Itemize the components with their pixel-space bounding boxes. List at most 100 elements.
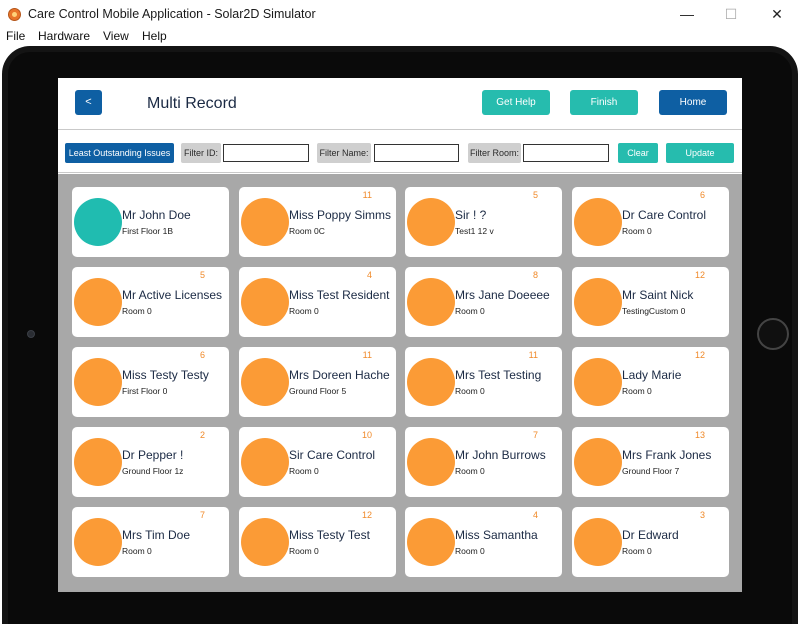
outstanding-issues-count: 4 — [366, 270, 372, 280]
filter-name-label: Filter Name: — [317, 143, 371, 163]
resident-name: Sir ! ? — [455, 208, 487, 222]
resident-location: First Floor 0 — [122, 386, 168, 396]
resident-avatar — [407, 278, 455, 326]
maximize-button[interactable]: ☐ — [716, 4, 746, 24]
outstanding-issues-count: 11 — [362, 350, 372, 360]
record-card[interactable]: Dr Care Control Room 0 6 — [572, 187, 729, 257]
resident-location: Room 0 — [622, 546, 652, 556]
filter-id-input[interactable] — [223, 144, 309, 162]
record-card[interactable]: Mrs Test Testing Room 0 11 — [405, 347, 562, 417]
window-title: Care Control Mobile Application - Solar2… — [28, 7, 316, 21]
filter-room-label: Filter Room: — [468, 143, 521, 163]
resident-location: Ground Floor 7 — [622, 466, 680, 476]
window-titlebar: Care Control Mobile Application - Solar2… — [0, 0, 800, 28]
back-button[interactable]: < — [75, 90, 102, 115]
resident-location: Room 0 — [289, 466, 319, 476]
resident-location: Room 0 — [455, 466, 485, 476]
record-card[interactable]: Lady Marie Room 0 12 — [572, 347, 729, 417]
filter-name-input[interactable] — [374, 144, 459, 162]
device-home-button[interactable] — [757, 318, 789, 350]
resident-avatar — [74, 358, 122, 406]
record-card[interactable]: Mrs Tim Doe Room 0 7 — [72, 507, 229, 577]
resident-avatar — [407, 358, 455, 406]
finish-button[interactable]: Finish — [570, 90, 638, 115]
page-title: Multi Record — [147, 95, 237, 112]
app-header: < Multi Record Get Help Finish Home — [58, 78, 742, 130]
resident-location: Ground Floor 1z — [122, 466, 184, 476]
close-button[interactable]: ✕ — [762, 4, 792, 24]
record-card[interactable]: Sir ! ? Test1 12 v 5 — [405, 187, 562, 257]
filter-room-input[interactable] — [523, 144, 609, 162]
resident-avatar — [574, 358, 622, 406]
resident-avatar — [407, 198, 455, 246]
solar2d-app-icon — [8, 8, 21, 21]
resident-name: Dr Pepper ! — [122, 448, 184, 462]
resident-name: Mr John Doe — [122, 208, 191, 222]
clear-button[interactable]: Clear — [618, 143, 658, 163]
resident-name: Mr Saint Nick — [622, 288, 694, 302]
resident-avatar — [574, 278, 622, 326]
record-card[interactable]: Dr Edward Room 0 3 — [572, 507, 729, 577]
resident-name: Mrs Tim Doe — [122, 528, 191, 542]
record-card[interactable]: Miss Test Resident Room 0 4 — [239, 267, 396, 337]
menu-file[interactable]: File — [6, 29, 25, 43]
record-card[interactable]: Mrs Jane Doeeee Room 0 8 — [405, 267, 562, 337]
resident-location: Test1 12 v — [455, 226, 494, 236]
outstanding-issues-count: 12 — [361, 510, 372, 520]
outstanding-issues-count: 8 — [532, 270, 538, 280]
resident-name: Mr John Burrows — [455, 448, 546, 462]
least-outstanding-issues-button[interactable]: Least Outstanding Issues — [65, 143, 174, 163]
resident-name: Mrs Jane Doeeee — [455, 288, 550, 302]
menu-help[interactable]: Help — [142, 29, 167, 43]
resident-location: Room 0 — [622, 386, 652, 396]
resident-avatar — [74, 198, 122, 246]
menu-view[interactable]: View — [103, 29, 129, 43]
record-card[interactable]: Dr Pepper ! Ground Floor 1z 2 — [72, 427, 229, 497]
resident-name: Sir Care Control — [289, 448, 376, 462]
resident-location: TestingCustom 0 — [622, 306, 686, 316]
app-screen: < Multi Record Get Help Finish Home Leas… — [58, 78, 742, 592]
record-card[interactable]: Mr John Burrows Room 0 7 — [405, 427, 562, 497]
outstanding-issues-count: 7 — [199, 510, 205, 520]
home-button[interactable]: Home — [659, 90, 727, 115]
outstanding-issues-count: 12 — [694, 350, 705, 360]
record-card[interactable]: Miss Samantha Room 0 4 — [405, 507, 562, 577]
resident-name: Miss Testy Test — [289, 528, 370, 542]
outstanding-issues-count: 3 — [699, 510, 705, 520]
resident-location: Ground Floor 5 — [289, 386, 347, 396]
resident-avatar — [241, 198, 289, 246]
record-card[interactable]: Mr Active Licenses Room 0 5 — [72, 267, 229, 337]
get-help-button[interactable]: Get Help — [482, 90, 550, 115]
menu-hardware[interactable]: Hardware — [38, 29, 90, 43]
minimize-button[interactable]: — — [672, 4, 702, 24]
record-card[interactable]: Miss Testy Testy First Floor 0 6 — [72, 347, 229, 417]
resident-avatar — [74, 518, 122, 566]
resident-location: First Floor 1B — [122, 226, 174, 236]
resident-avatar — [574, 518, 622, 566]
outstanding-issues-count: 4 — [532, 510, 538, 520]
resident-name: Mrs Doreen Hache — [289, 368, 390, 382]
outstanding-issues-count: 2 — [199, 430, 205, 440]
resident-avatar — [407, 438, 455, 486]
outstanding-issues-count: 11 — [528, 350, 538, 360]
resident-name: Lady Marie — [622, 368, 682, 382]
resident-name: Miss Testy Testy — [122, 368, 209, 382]
resident-name: Miss Samantha — [455, 528, 538, 542]
record-card[interactable]: Miss Testy Test Room 0 12 — [239, 507, 396, 577]
record-card[interactable]: Mrs Frank Jones Ground Floor 7 13 — [572, 427, 729, 497]
record-card[interactable]: Miss Poppy Simms Room 0C 11 — [239, 187, 396, 257]
outstanding-issues-count: 11 — [362, 190, 372, 200]
filter-id-label: Filter ID: — [181, 143, 221, 163]
camera-icon — [27, 330, 35, 338]
resident-name: Dr Edward — [622, 528, 679, 542]
resident-location: Room 0 — [622, 226, 652, 236]
record-card[interactable]: Mr Saint Nick TestingCustom 0 12 — [572, 267, 729, 337]
record-card[interactable]: Sir Care Control Room 0 10 — [239, 427, 396, 497]
resident-avatar — [74, 438, 122, 486]
resident-location: Room 0 — [122, 546, 152, 556]
update-button[interactable]: Update — [666, 143, 734, 163]
record-card[interactable]: Mr John Doe First Floor 1B — [72, 187, 229, 257]
record-card[interactable]: Mrs Doreen Hache Ground Floor 5 11 — [239, 347, 396, 417]
outstanding-issues-count: 6 — [199, 350, 205, 360]
resident-name: Miss Test Resident — [289, 288, 390, 302]
